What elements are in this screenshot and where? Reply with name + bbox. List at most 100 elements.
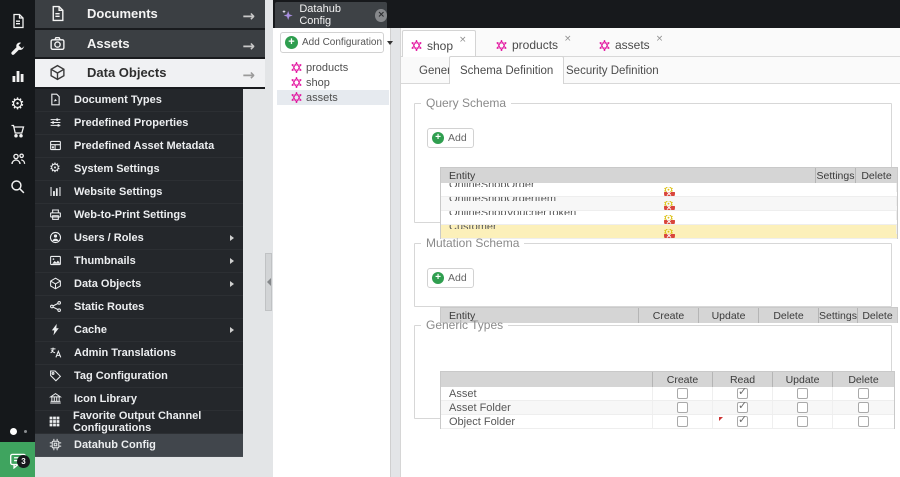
mutation-schema-add-button[interactable]: + Add xyxy=(427,268,474,288)
read-checkbox[interactable]: ✓ xyxy=(737,416,748,427)
graphql-icon xyxy=(291,77,302,88)
update-checkbox[interactable]: ✓ xyxy=(797,388,808,399)
dirty-marker xyxy=(719,417,723,421)
tree-item-assets[interactable]: assets xyxy=(277,90,389,105)
column-header-delete[interactable]: Delete xyxy=(833,372,894,387)
delete-checkbox[interactable]: ✓ xyxy=(858,402,869,413)
tab-datahub-config[interactable]: Datahub Config × xyxy=(275,2,387,28)
delete-icon[interactable]: × xyxy=(664,220,675,224)
table-row[interactable]: OnlineShopOrderItem ⚙ × xyxy=(441,197,897,211)
submenu-item-predefined-properties[interactable]: Predefined Properties xyxy=(35,112,243,135)
create-checkbox[interactable]: ✓ xyxy=(677,402,688,413)
settings-icon[interactable]: ⚙ xyxy=(0,91,35,117)
chip-icon xyxy=(48,438,62,451)
collapse-left-icon xyxy=(267,278,271,286)
generic-types-grid: Create Read Update Delete Asset ✓ ✓ ✓ ✓ … xyxy=(440,371,895,429)
submenu-item-tag-configuration[interactable]: Tag Configuration xyxy=(35,365,243,388)
table-row[interactable]: Asset Folder ✓ ✓ ✓ ✓ xyxy=(441,401,894,415)
submenu-item-thumbnails[interactable]: Thumbnails xyxy=(35,250,243,273)
subtab-schema-definition[interactable]: Schema Definition xyxy=(449,56,564,84)
submenu-item-predefined-asset-metadata[interactable]: Predefined Asset Metadata xyxy=(35,135,243,158)
printer-icon xyxy=(48,208,62,221)
menu-item-assets[interactable]: Assets → xyxy=(35,30,265,60)
subtab-label: Schema Definition xyxy=(460,65,553,77)
read-checkbox[interactable]: ✓ xyxy=(737,388,748,399)
tools-icon[interactable] xyxy=(0,36,35,62)
submenu-item-datahub-config[interactable]: Datahub Config xyxy=(35,434,243,457)
metadata-icon xyxy=(48,139,62,152)
query-schema-add-button[interactable]: + Add xyxy=(427,128,474,148)
delete-icon[interactable]: × xyxy=(664,192,675,196)
table-row[interactable]: Object Folder ✓ ✓ ✓ ✓ xyxy=(441,415,894,429)
table-row[interactable]: OnlineShopVoucherToken ⚙ × xyxy=(441,211,897,225)
add-configuration-button[interactable]: + Add Configuration xyxy=(280,32,384,53)
customers-icon[interactable] xyxy=(0,146,35,172)
menu-item-data-objects[interactable]: Data Objects → xyxy=(35,59,265,89)
table-row[interactable]: Asset ✓ ✓ ✓ ✓ xyxy=(441,387,894,401)
subtab-security-definition[interactable]: Security Definition xyxy=(556,57,669,84)
submenu-item-users-roles[interactable]: Users / Roles xyxy=(35,227,243,250)
table-row[interactable]: OnlineShopOrder ⚙ × xyxy=(441,183,897,197)
close-icon[interactable]: × xyxy=(459,35,467,45)
generic-types-legend: Generic Types xyxy=(421,318,508,332)
documents-icon[interactable] xyxy=(0,8,35,34)
plus-icon: + xyxy=(432,132,444,144)
ecommerce-icon[interactable] xyxy=(0,118,35,144)
delete-checkbox[interactable]: ✓ xyxy=(858,388,869,399)
submenu-item-cache[interactable]: Cache xyxy=(35,319,243,342)
submenu-item-static-routes[interactable]: Static Routes xyxy=(35,296,243,319)
tree-item-shop[interactable]: shop xyxy=(277,75,389,90)
grid-header: Entity Settings Delete xyxy=(441,168,897,183)
close-icon[interactable]: × xyxy=(564,34,572,44)
generic-types-fieldset: Generic Types Create Read Update Delete … xyxy=(414,318,892,419)
menu-item-documents[interactable]: Documents → xyxy=(35,0,265,30)
submenu-item-website-settings[interactable]: Website Settings xyxy=(35,181,243,204)
submenu-item-data-objects[interactable]: Data Objects xyxy=(35,273,243,296)
reports-icon[interactable] xyxy=(0,63,35,89)
grid-header: Create Read Update Delete xyxy=(441,372,894,387)
lightning-icon xyxy=(48,323,62,336)
column-header-delete[interactable]: Delete xyxy=(856,168,897,183)
column-header-read[interactable]: Read xyxy=(713,372,773,387)
tab-assets[interactable]: assets × xyxy=(591,34,671,56)
tree-item-products[interactable]: products xyxy=(277,60,389,75)
close-icon[interactable]: × xyxy=(375,9,387,22)
submenu-item-icon-library[interactable]: Icon Library xyxy=(35,388,243,411)
document-types-icon xyxy=(48,93,62,106)
chevron-right-icon xyxy=(230,235,234,241)
status-dots xyxy=(0,424,35,438)
column-header-update[interactable]: Update xyxy=(773,372,833,387)
column-header-settings[interactable]: Settings xyxy=(816,168,856,183)
delete-icon[interactable]: × xyxy=(664,206,675,210)
read-checkbox[interactable]: ✓ xyxy=(737,402,748,413)
cube-icon xyxy=(48,277,62,290)
read-cell: ✓ xyxy=(713,401,773,414)
panel-collapse-handle[interactable] xyxy=(265,253,272,311)
column-header-create[interactable]: Create xyxy=(653,372,713,387)
update-checkbox[interactable]: ✓ xyxy=(797,416,808,427)
delete-cell: ✓ xyxy=(833,415,894,428)
close-icon[interactable]: × xyxy=(656,34,664,44)
delete-cell: ✓ xyxy=(833,401,894,414)
add-configuration-dropdown[interactable] xyxy=(387,41,393,45)
submenu-label: Users / Roles xyxy=(74,232,144,244)
update-checkbox[interactable]: ✓ xyxy=(797,402,808,413)
mutation-schema-legend: Mutation Schema xyxy=(421,236,524,250)
submenu-label: Favorite Output Channel Configurations xyxy=(73,410,243,434)
submenu-item-document-types[interactable]: Document Types xyxy=(35,89,243,112)
settings-submenu: Document Types Predefined Properties Pre… xyxy=(35,89,243,457)
graphql-icon xyxy=(599,40,610,51)
search-icon[interactable] xyxy=(0,173,35,199)
submenu-item-web-to-print-settings[interactable]: Web-to-Print Settings xyxy=(35,204,243,227)
create-checkbox[interactable]: ✓ xyxy=(677,388,688,399)
tab-products[interactable]: products × xyxy=(488,34,580,56)
submenu-item-system-settings[interactable]: ⚙ System Settings xyxy=(35,158,243,181)
delete-checkbox[interactable]: ✓ xyxy=(858,416,869,427)
column-header-entity[interactable]: Entity xyxy=(441,168,816,183)
submenu-item-favorite-output-channel-configurations[interactable]: Favorite Output Channel Configurations xyxy=(35,411,243,434)
plus-icon: + xyxy=(285,36,298,49)
create-checkbox[interactable]: ✓ xyxy=(677,416,688,427)
routes-icon xyxy=(48,300,62,313)
submenu-item-admin-translations[interactable]: Admin Translations xyxy=(35,342,243,365)
graphql-icon xyxy=(291,62,302,73)
